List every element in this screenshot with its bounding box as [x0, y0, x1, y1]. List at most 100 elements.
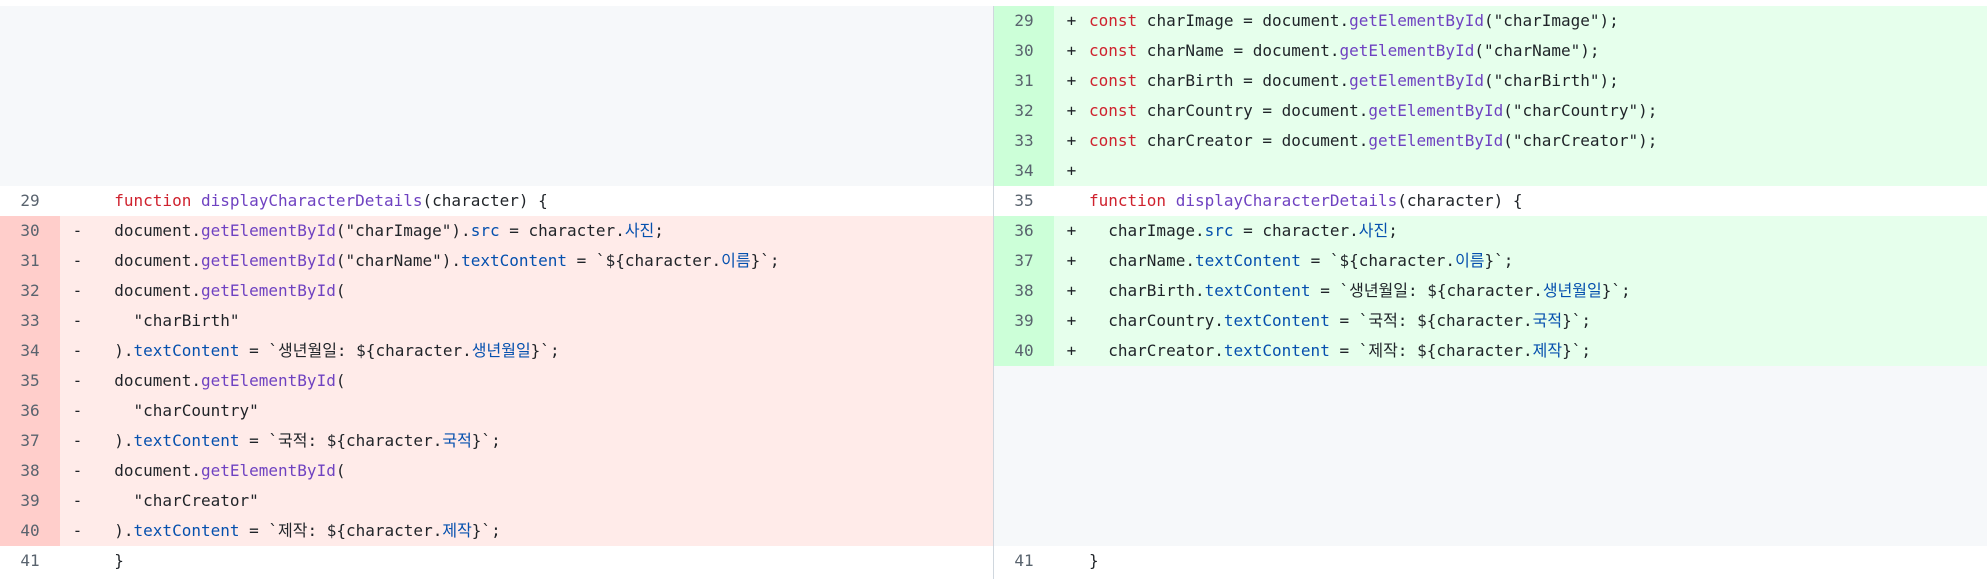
deletion-marker: -: [72, 401, 83, 420]
line-number[interactable]: 40: [994, 336, 1054, 366]
diff-pane-left: 29 function displayCharacterDetails(char…: [0, 6, 994, 579]
line-number[interactable]: 39: [994, 306, 1054, 336]
line-number[interactable]: 39: [0, 486, 60, 516]
right-diff-line-36[interactable]: 36 + charImage.src = character.사진;: [994, 216, 1987, 246]
right-diff-line-39[interactable]: 39 + charCountry.textContent = `국적: ${cha…: [994, 306, 1987, 336]
code-token: }: [1089, 551, 1099, 570]
code-token: = `생년월일: ${character.: [239, 341, 472, 360]
code-token: textContent: [133, 521, 240, 540]
left-diff-line-40[interactable]: 40- ).textContent = `제작: ${character.제작}…: [0, 516, 993, 546]
left-diff-line-29[interactable]: 29 function displayCharacterDetails(char…: [0, 186, 993, 216]
context-marker: [60, 186, 95, 216]
line-number[interactable]: 35: [0, 366, 60, 396]
line-number[interactable]: 30: [0, 216, 60, 246]
line-number[interactable]: 34: [994, 156, 1054, 186]
right-diff-line-33[interactable]: 33 + const charCreator = document.getEleme…: [994, 126, 1987, 156]
code-token: 국적: [1532, 311, 1563, 330]
code-text: document.getElementById(: [95, 456, 993, 486]
code-token: (: [335, 461, 346, 480]
code-token: }`;: [530, 341, 560, 360]
code-token: }`;: [471, 521, 501, 540]
code-text: "charCreator": [95, 486, 993, 516]
line-number[interactable]: 40: [0, 516, 60, 546]
line-number[interactable]: 41: [994, 546, 1054, 576]
line-number[interactable]: 31: [0, 246, 60, 276]
line-number[interactable]: 35: [994, 186, 1054, 216]
left-diff-line-38[interactable]: 38- document.getElementById(: [0, 456, 993, 486]
line-number[interactable]: 29: [0, 186, 60, 216]
code-token: ).: [95, 431, 134, 450]
code-token: 생년월일: [471, 341, 531, 360]
line-number[interactable]: 33: [0, 306, 60, 336]
line-number[interactable]: 37: [994, 246, 1054, 276]
code-token: getElementById: [200, 281, 336, 300]
line-number[interactable]: 31: [994, 66, 1054, 96]
line-number[interactable]: 36: [0, 396, 60, 426]
addition-marker: +: [1066, 101, 1077, 120]
right-diff-line-32[interactable]: 32 + const charCountry = document.getEleme…: [994, 96, 1987, 126]
right-diff-line-31[interactable]: 31 + const charBirth = document.getElement…: [994, 66, 1987, 96]
code-token: charCreator = document.: [1137, 131, 1369, 150]
code-token: displayCharacterDetails: [1175, 191, 1398, 210]
left-diff-line-30[interactable]: 30- document.getElementById("charImage")…: [0, 216, 993, 246]
deletion-marker: -: [72, 521, 83, 540]
addition-marker: +: [1066, 41, 1077, 60]
left-diff-line-37[interactable]: 37- ).textContent = `국적: ${character.국적}…: [0, 426, 993, 456]
context-marker: [1054, 546, 1089, 576]
left-diff-line-32[interactable]: 32- document.getElementById(: [0, 276, 993, 306]
code-token: textContent: [133, 341, 240, 360]
line-number[interactable]: 29: [994, 6, 1054, 36]
right-diff-line-40[interactable]: 40 + charCreator.textContent = `제작: ${cha…: [994, 336, 1987, 366]
right-diff-line-34[interactable]: 34 +: [994, 156, 1987, 186]
code-token: charCountry.: [1089, 311, 1224, 330]
code-token: }`;: [1562, 311, 1592, 330]
line-number[interactable]: 32: [994, 96, 1054, 126]
line-number[interactable]: 34: [0, 336, 60, 366]
code-token: charBirth = document.: [1137, 71, 1350, 90]
line-number[interactable]: 30: [994, 36, 1054, 66]
code-token: }: [95, 551, 124, 570]
deletion-marker: -: [72, 281, 83, 300]
right-diff-line-38[interactable]: 38 + charBirth.textContent = `생년월일: ${cha…: [994, 276, 1987, 306]
code-token: getElementById: [1339, 41, 1475, 60]
code-text: }: [1089, 546, 1987, 576]
line-number[interactable]: 37: [0, 426, 60, 456]
code-token: textContent: [461, 251, 568, 270]
code-token: (character) {: [1397, 191, 1523, 210]
code-token: = `국적: ${character.: [239, 431, 443, 450]
left-diff-line-33[interactable]: 33- "charBirth": [0, 306, 993, 336]
code-token: ("charCountry");: [1503, 101, 1658, 120]
code-token: function: [114, 191, 192, 210]
line-number[interactable]: 33: [994, 126, 1054, 156]
diff-pane-right: 29 + const charImage = document.getElement…: [994, 6, 1987, 579]
right-diff-line-41[interactable]: 41}: [994, 546, 1987, 576]
left-diff-line-36[interactable]: 36- "charCountry": [0, 396, 993, 426]
code-token: document.: [95, 221, 201, 240]
right-diff-line-29[interactable]: 29 + const charImage = document.getElement…: [994, 6, 1987, 36]
right-diff-line-30[interactable]: 30 + const charName = document.getElementB…: [994, 36, 1987, 66]
code-token: 국적: [442, 431, 472, 450]
left-diff-line-35[interactable]: 35- document.getElementById(: [0, 366, 993, 396]
line-number[interactable]: 36: [994, 216, 1054, 246]
line-number[interactable]: 41: [0, 546, 60, 576]
left-diff-line-31[interactable]: 31- document.getElementById("charName").…: [0, 246, 993, 276]
right-diff-line-35[interactable]: 35 function displayCharacterDetails(chara…: [994, 186, 1987, 216]
code-token: 생년월일: [1542, 281, 1602, 300]
right-diff-line-37[interactable]: 37 + charName.textContent = `${character.…: [994, 246, 1987, 276]
code-token: ).: [95, 521, 134, 540]
code-token: charCountry = document.: [1137, 101, 1369, 120]
line-number[interactable]: 32: [0, 276, 60, 306]
code-text: }: [95, 546, 993, 576]
code-text: charName.textContent = `${character.이름}`…: [1089, 246, 1987, 276]
left-diff-line-34[interactable]: 34- ).textContent = `생년월일: ${character.생…: [0, 336, 993, 366]
line-number[interactable]: 38: [994, 276, 1054, 306]
left-diff-line-41[interactable]: 41 }: [0, 546, 993, 576]
code-text: "charCountry": [95, 396, 993, 426]
addition-marker: +: [1066, 11, 1077, 30]
code-token: (: [335, 281, 346, 300]
code-text: const charName = document.getElementById…: [1089, 36, 1987, 66]
left-diff-line-39[interactable]: 39- "charCreator": [0, 486, 993, 516]
line-number[interactable]: 38: [0, 456, 60, 486]
deletion-marker: -: [72, 311, 83, 330]
